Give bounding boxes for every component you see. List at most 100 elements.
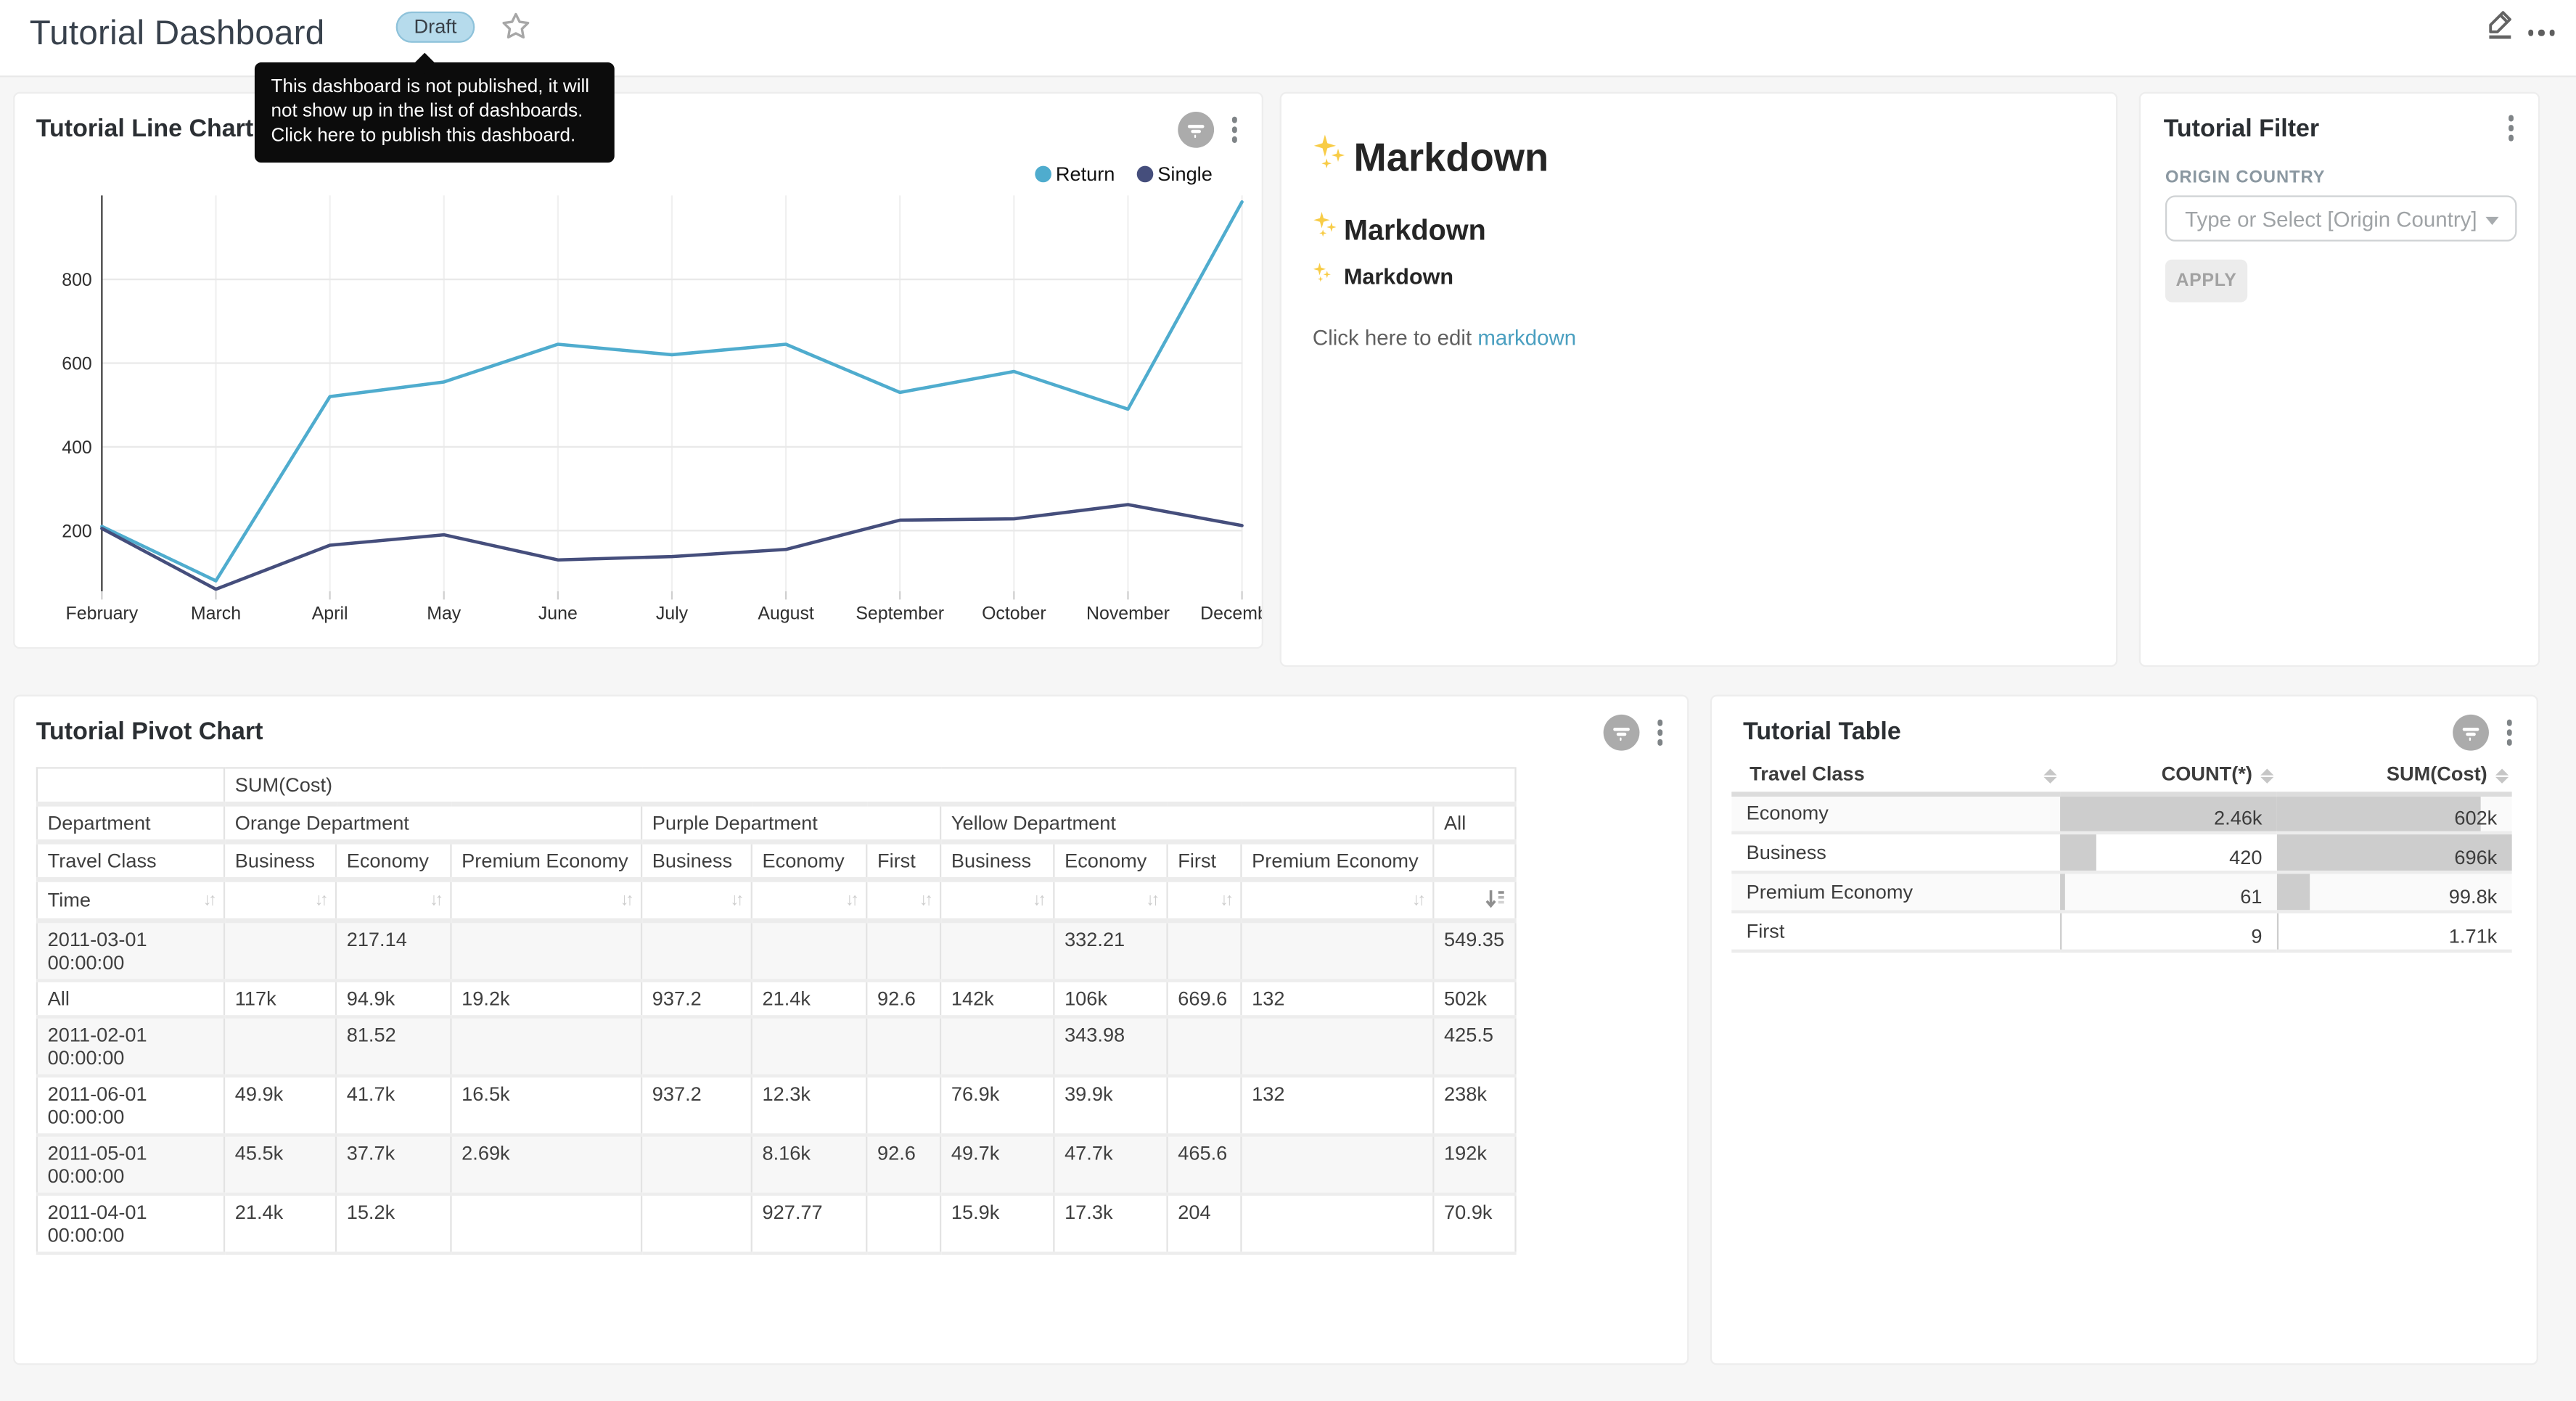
pivot-row: SUM(Cost): [37, 768, 1515, 804]
pivot-col-header: Business: [641, 842, 752, 879]
pivot-value-cell: [1241, 1016, 1433, 1076]
pivot-value-cell: 17.3k: [1054, 1194, 1167, 1254]
favorite-star-icon[interactable]: [501, 12, 531, 41]
pivot-sort-cell: ↓↑: [451, 879, 641, 921]
pivot-all-header: All: [1433, 804, 1515, 842]
x-axis-label: June: [538, 604, 578, 624]
header-more-menu-icon[interactable]: [2527, 30, 2554, 36]
pivot-row-label: 2011-02-0100:00:00: [37, 1016, 224, 1076]
table-panel-title: Tutorial Table: [1743, 718, 1901, 745]
x-axis-label: July: [656, 604, 689, 624]
pivot-value-cell: [940, 1016, 1054, 1076]
sort-desc-icon[interactable]: [1485, 889, 1504, 913]
pivot-group-header: Yellow Department: [940, 804, 1433, 842]
pivot-sort-cell: ↓↑: [1241, 879, 1433, 921]
pivot-value-cell: 92.6: [866, 981, 940, 1017]
pivot-table: SUM(Cost)DepartmentOrange DepartmentPurp…: [36, 767, 1516, 1254]
cross-filter-icon[interactable]: [1603, 715, 1639, 751]
x-axis-label: August: [758, 604, 814, 624]
pivot-row: All117k94.9k19.2k937.221.4k92.6142k106k6…: [37, 981, 1515, 1017]
x-axis-label: April: [312, 604, 348, 624]
pivot-value-cell: [752, 1016, 866, 1076]
table-cell-count: 2.46k: [2060, 794, 2277, 833]
pivot-value-cell: [641, 921, 752, 981]
sparkles-icon: [1313, 261, 1334, 291]
chart-kebab-menu-icon[interactable]: [2503, 717, 2515, 749]
sort-carets-icon[interactable]: [2260, 766, 2273, 784]
tooltip-text-line: not show up in the list of dashboards.: [271, 100, 599, 125]
pivot-value-cell: 81.52: [336, 1016, 451, 1076]
pivot-group-header: Purple Department: [641, 804, 940, 842]
pivot-value-cell: [1168, 921, 1242, 981]
pivot-value-cell: [1241, 1194, 1433, 1254]
pivot-value-cell: 465.6: [1168, 1135, 1242, 1194]
sort-icon[interactable]: ↓↑: [1146, 889, 1157, 912]
pivot-col-header: Premium Economy: [451, 842, 641, 879]
pivot-cell: [1433, 842, 1515, 879]
pivot-row: Travel ClassBusinessEconomyPremium Econo…: [37, 842, 1515, 879]
pivot-row-label: All: [37, 981, 224, 1017]
pivot-row: DepartmentOrange DepartmentPurple Depart…: [37, 804, 1515, 842]
pivot-col-header: Business: [224, 842, 336, 879]
x-axis-label: October: [982, 604, 1046, 624]
sort-icon[interactable]: ↓↑: [919, 889, 930, 912]
table-cell-count: 9: [2060, 912, 2277, 951]
pivot-value-cell: 15.9k: [940, 1194, 1054, 1254]
sort-carets-icon[interactable]: [2495, 766, 2509, 784]
filter-field-label: ORIGIN COUNTRY: [2165, 168, 2325, 187]
pivot-value-cell: [1241, 1135, 1433, 1194]
pivot-value-cell: [1168, 1016, 1242, 1076]
pivot-value-cell: 204: [1168, 1194, 1242, 1254]
pivot-value-cell: 937.2: [641, 981, 752, 1017]
pivot-value-cell: 117k: [224, 981, 336, 1017]
pivot-value-cell: 132: [1241, 1076, 1433, 1135]
pivot-row-label: 2011-06-0100:00:00: [37, 1076, 224, 1135]
sort-icon[interactable]: ↓↑: [430, 889, 440, 912]
markdown-heading-3: Markdown: [1313, 261, 1453, 291]
pivot-value-cell: [1168, 1076, 1242, 1135]
origin-country-select[interactable]: Type or Select [Origin Country]: [2165, 195, 2516, 241]
pivot-value-cell: 39.9k: [1054, 1076, 1167, 1135]
sort-icon[interactable]: ↓↑: [730, 889, 741, 912]
sort-icon[interactable]: ↓↑: [315, 889, 326, 912]
chevron-down-icon: [2485, 217, 2498, 225]
apply-button[interactable]: APPLY: [2165, 260, 2247, 303]
draft-badge[interactable]: Draft: [396, 12, 475, 43]
pivot-value-cell: 76.9k: [940, 1076, 1054, 1135]
x-axis-label: December: [1200, 604, 1263, 624]
sort-icon[interactable]: ↓↑: [620, 889, 631, 912]
sort-icon[interactable]: ↓↑: [203, 889, 214, 912]
sort-icon[interactable]: ↓↑: [1033, 889, 1043, 912]
edit-pencil-icon[interactable]: [2484, 7, 2516, 41]
pivot-value-cell: 132: [1241, 981, 1433, 1017]
x-axis-label: September: [856, 604, 944, 624]
sort-icon[interactable]: ↓↑: [845, 889, 856, 912]
pivot-sort-cell: ↓↑: [866, 879, 940, 921]
markdown-paragraph-text: Click here to edit: [1313, 325, 1477, 350]
sort-icon[interactable]: ↓↑: [1412, 889, 1423, 912]
table-cell-class: First: [1731, 912, 2060, 951]
table-column-header[interactable]: SUM(Cost): [2277, 757, 2512, 794]
select-placeholder: Type or Select [Origin Country]: [2185, 207, 2477, 231]
table-cell-class: Premium Economy: [1731, 872, 2060, 911]
table-column-header[interactable]: Travel Class: [1731, 757, 2060, 794]
sort-icon[interactable]: ↓↑: [1220, 889, 1231, 912]
pivot-group-header: Orange Department: [224, 804, 641, 842]
pivot-metric-header: SUM(Cost): [224, 768, 1515, 804]
markdown-edit-link[interactable]: markdown: [1477, 325, 1576, 350]
markdown-paragraph: Click here to edit markdown: [1313, 325, 1576, 350]
filter-kebab-menu-icon[interactable]: [2504, 112, 2516, 144]
pivot-value-cell: 2.69k: [451, 1135, 641, 1194]
table-column-header[interactable]: COUNT(*): [2060, 757, 2277, 794]
pivot-row: 2011-06-0100:00:0049.9k41.7k16.5k937.212…: [37, 1076, 1515, 1135]
markdown-panel: Markdown Markdown Markdown Click here to…: [1280, 92, 2118, 667]
sort-carets-icon[interactable]: [2043, 766, 2056, 784]
pivot-row: 2011-05-0100:00:0045.5k37.7k2.69k8.16k92…: [37, 1135, 1515, 1194]
markdown-heading-1: Markdown: [1313, 133, 1549, 185]
cross-filter-icon[interactable]: [2452, 715, 2488, 751]
pivot-value-cell: [866, 1194, 940, 1254]
chart-kebab-menu-icon[interactable]: [1654, 717, 1666, 749]
markdown-heading-2: Markdown: [1313, 210, 1486, 250]
pivot-value-cell: 332.21: [1054, 921, 1167, 981]
x-axis-label: May: [427, 604, 462, 624]
